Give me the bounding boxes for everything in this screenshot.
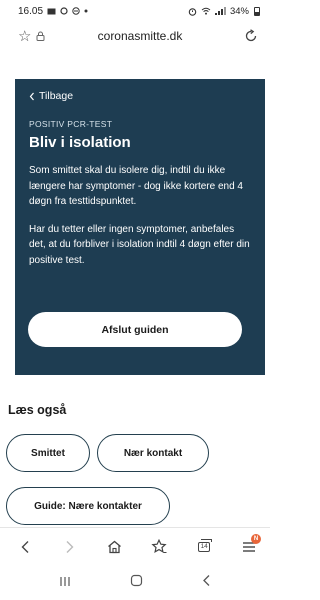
bookmark-star-icon[interactable]: ☆ xyxy=(18,27,36,45)
status-left: 16.05 xyxy=(18,6,88,17)
browser-nav-bar: 14 N xyxy=(0,527,270,565)
chip-smittet[interactable]: Smittet xyxy=(6,434,90,472)
dot-icon xyxy=(84,9,88,13)
dnd-icon xyxy=(72,7,80,15)
wifi-icon xyxy=(201,7,211,15)
menu-icon[interactable]: N xyxy=(238,533,261,558)
settings-icon xyxy=(60,7,68,15)
bookmarks-star-icon[interactable] xyxy=(148,536,170,558)
status-right: 34% xyxy=(188,6,260,17)
status-time: 16.05 xyxy=(18,5,44,17)
isolation-card: Tilbage POSITIV PCR-TEST Bliv i isolatio… xyxy=(15,79,265,375)
back-system-icon[interactable] xyxy=(202,574,211,592)
finish-guide-button[interactable]: Afslut guiden xyxy=(28,312,242,347)
home-icon[interactable] xyxy=(104,536,126,558)
battery-icon xyxy=(254,6,260,16)
lock-icon[interactable] xyxy=(36,31,54,41)
reload-icon[interactable] xyxy=(240,29,258,43)
menu-badge: N xyxy=(250,533,261,544)
back-label: Tilbage xyxy=(39,90,74,102)
page-title: Bliv i isolation xyxy=(29,134,131,151)
status-bar: 16.05 34% xyxy=(0,0,270,22)
back-icon[interactable] xyxy=(14,536,36,558)
battery-text: 34% xyxy=(229,5,249,17)
chip-naer-kontakt[interactable]: Nær kontakt xyxy=(97,434,209,472)
alarm-icon xyxy=(188,7,197,16)
card-kicker: POSITIV PCR-TEST xyxy=(29,119,113,129)
url-bar: ☆ coronasmitte.dk xyxy=(0,24,270,48)
forward-icon[interactable] xyxy=(59,536,81,558)
chip-guide-naere-kontakter[interactable]: Guide: Nære kontakter xyxy=(6,487,170,525)
chevron-left-icon xyxy=(29,92,34,100)
read-also-title: Læs også xyxy=(8,403,67,417)
home-system-icon[interactable] xyxy=(130,574,143,592)
back-link[interactable]: Tilbage xyxy=(29,89,251,103)
card-paragraph-2: Har du tetter eller ingen symptomer, anb… xyxy=(29,223,250,266)
signal-icon xyxy=(214,7,226,15)
recent-apps-icon[interactable] xyxy=(59,574,71,592)
tabs-icon[interactable]: 14 xyxy=(193,536,215,558)
url-text[interactable]: coronasmitte.dk xyxy=(54,29,240,43)
tab-count: 14 xyxy=(198,538,213,552)
card-paragraph-1: Som smittet skal du isolere dig, indtil … xyxy=(29,165,243,207)
mail-icon xyxy=(47,8,56,14)
system-nav-bar xyxy=(0,565,270,600)
